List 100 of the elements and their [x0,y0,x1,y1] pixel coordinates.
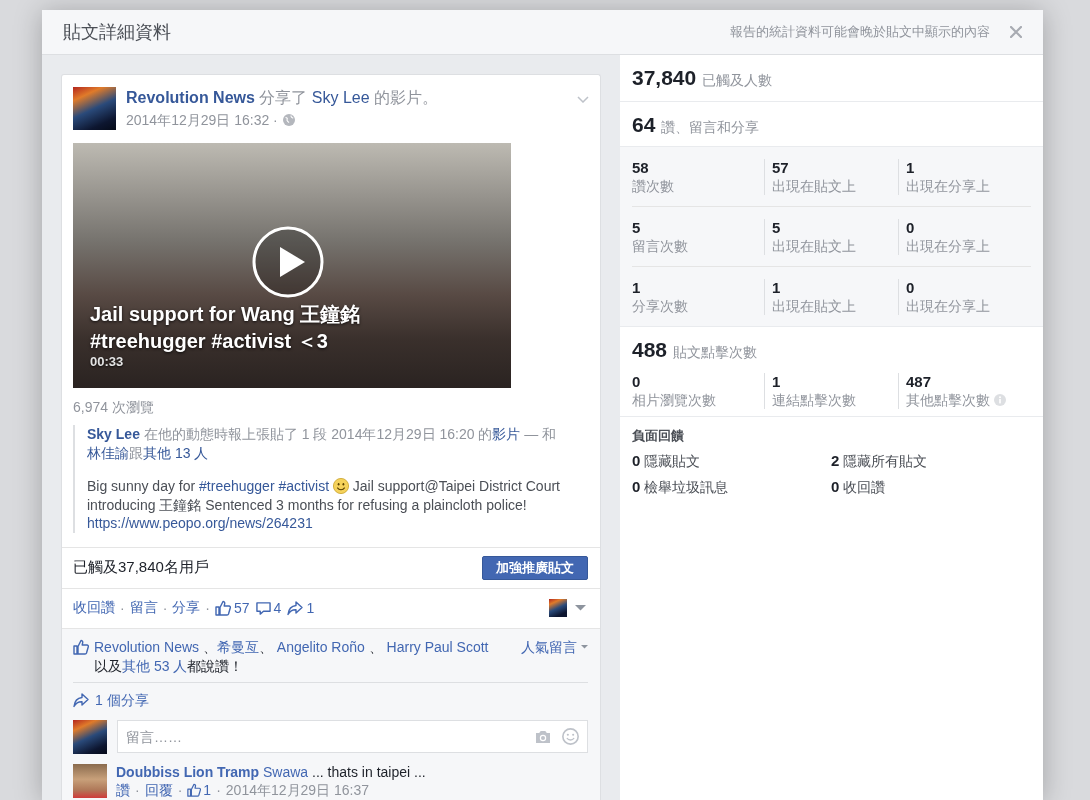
close-icon[interactable] [1010,26,1022,38]
post-timestamp[interactable]: 2014年12月29日 16:32 · [126,111,278,129]
chevron-icon[interactable] [577,96,589,103]
stat-value: 1 [906,159,916,177]
stat-label: 分享次數 [632,297,688,315]
avatar-image [73,719,107,754]
shared-post-text: Big sunny day for #treehugger #activist Jail support@Taipei District Court introducing 王鐘銘 Sentenced 3 months for refusing a plaincloth police! https://www.peopo.org/news/264231 [87,477,561,533]
page-selector[interactable] [549,599,586,617]
stat-label: 讚次數 [632,177,674,195]
avatar-image [73,87,116,130]
dialog-note: 報告的統計資料可能會晚於貼文中顯示的內容 [730,23,990,41]
share-icon [287,600,304,616]
shared-post-header: Sky Lee 在他的動態時報上張貼了 1 段 2014年12月29日 16:20 的影片 — 和 林佳諭跟其他 13 人 [87,425,558,463]
stat-value: 1 [772,373,782,391]
stat-value: 58 [632,159,650,177]
reach-text: 已觸及37,840名用戶 [73,558,209,577]
stat-label: 讚、留言和分享 [661,119,760,137]
profile-name-link[interactable]: Doubbiss Lion Tramp [116,763,260,780]
text-link[interactable]: #treehugger [199,478,275,494]
action-link[interactable]: 留言 [129,599,158,617]
stat-value: 487 [906,373,933,391]
text-link[interactable]: #activist [278,478,330,494]
stat-label: 出現在貼文上 [772,297,856,315]
stat-value: 0 [632,451,641,471]
profile-link[interactable]: Angelito Roño [276,638,365,655]
stat-label: 已觸及人數 [702,72,773,90]
stat-label: 出現在分享上 [906,177,990,195]
shares-link[interactable]: 1 個分享 [73,690,149,710]
text-link[interactable]: 林佳諭 [87,445,129,461]
comment-action-link[interactable]: 回覆 [144,781,173,799]
stat-value: 488 [632,337,668,362]
info-icon[interactable] [994,394,1006,406]
stat-value: 1 [632,279,642,297]
video-duration: 00:33 [90,354,124,370]
stat-value: 5 [772,219,782,237]
stat-value: 37,840 [632,65,697,90]
text-link[interactable]: https://www.peopo.org/news/264231 [87,515,313,531]
like-icon [73,638,89,655]
comment-text: Doubbiss Lion Tramp Swawa ... thats in taipei ... [116,763,426,781]
profile-link[interactable]: Sky Lee [311,89,370,106]
comment-input[interactable]: 留言…… [117,720,588,753]
profile-link[interactable]: Revolution News [94,638,200,655]
like-count[interactable]: 57 [215,600,250,616]
stat-label: 出現在分享上 [906,297,990,315]
dialog-title: 貼文詳細資料 [63,21,171,44]
action-link[interactable]: 分享 [172,599,201,617]
comment-like-count[interactable]: 1 [187,781,212,799]
avatar-photo [73,763,107,798]
boost-post-button[interactable]: 加強推廣貼文 [482,555,588,580]
stat-label: 隱藏貼文 [644,452,701,471]
globe-icon [282,114,295,126]
profile-link[interactable]: Harry Paul Scott [386,638,489,655]
stat-value: 0 [632,477,641,497]
profile-link[interactable]: 希曼亙 [216,638,259,655]
text-link[interactable]: 其他 13 人 [143,445,209,461]
comment-timestamp[interactable]: 2014年12月29日 16:37 [225,781,370,799]
profile-link[interactable]: 其他 53 人 [122,657,188,674]
stat-label: 留言次數 [632,237,688,255]
share-count[interactable]: 1 [287,600,315,616]
caret-icon [581,645,588,649]
post-headline: Revolution News 分享了 Sky Lee 的影片。 [126,88,440,108]
caret-icon [575,605,586,611]
like-icon [215,600,231,616]
comment-count[interactable]: 4 [255,600,282,616]
stat-value: 0 [906,279,916,297]
stat-value: 0 [632,373,642,391]
dot-separator: · [162,600,168,616]
stat-label: 貼文點擊次數 [673,344,758,362]
stat-label: 隱藏所有貼文 [843,452,928,471]
profile-link[interactable]: Swawa [263,763,309,780]
profile-name-link[interactable]: Sky Lee [87,426,140,442]
profile-name-link[interactable]: Revolution News [126,89,255,106]
section-title: 負面回饋 [632,428,685,444]
comment-action-link[interactable]: 讚 [116,781,130,799]
stat-value: 0 [906,219,916,237]
smiley-icon[interactable] [562,728,579,745]
stat-value: 2 [831,451,840,471]
dot-separator: · [135,781,140,799]
stat-value: 57 [772,159,790,177]
dot-separator: · [216,781,221,799]
stat-label: 其他點擊次數 [906,391,990,409]
share-icon [73,692,89,708]
stat-label: 出現在貼文上 [772,177,856,195]
video-title: Jail support for Wang 王鐘銘 #treehugger #activist ＜3 [90,302,362,354]
action-link[interactable]: 收回讚 [73,599,115,617]
dot-separator: · [205,600,210,616]
stat-value: 1 [772,279,782,297]
top-comments-dropdown[interactable]: 人氣留言 [521,637,588,657]
like-icon [187,783,202,797]
text-link[interactable]: 影片 [492,426,521,442]
stat-value: 5 [632,219,642,237]
stat-label: 出現在分享上 [906,237,990,255]
comment-icon [255,600,271,616]
dot-separator: · [177,781,183,799]
smiley-emoji-icon [332,478,349,494]
likes-summary: Revolution News 、希曼亙、 Angelito Roño 、 Harry Paul Scott 以及其他 53 人都說讚！ [94,637,490,676]
dot-separator: · [120,600,125,616]
stat-value: 64 [632,112,656,137]
stat-label: 出現在貼文上 [772,237,856,255]
play-button[interactable] [252,226,324,298]
